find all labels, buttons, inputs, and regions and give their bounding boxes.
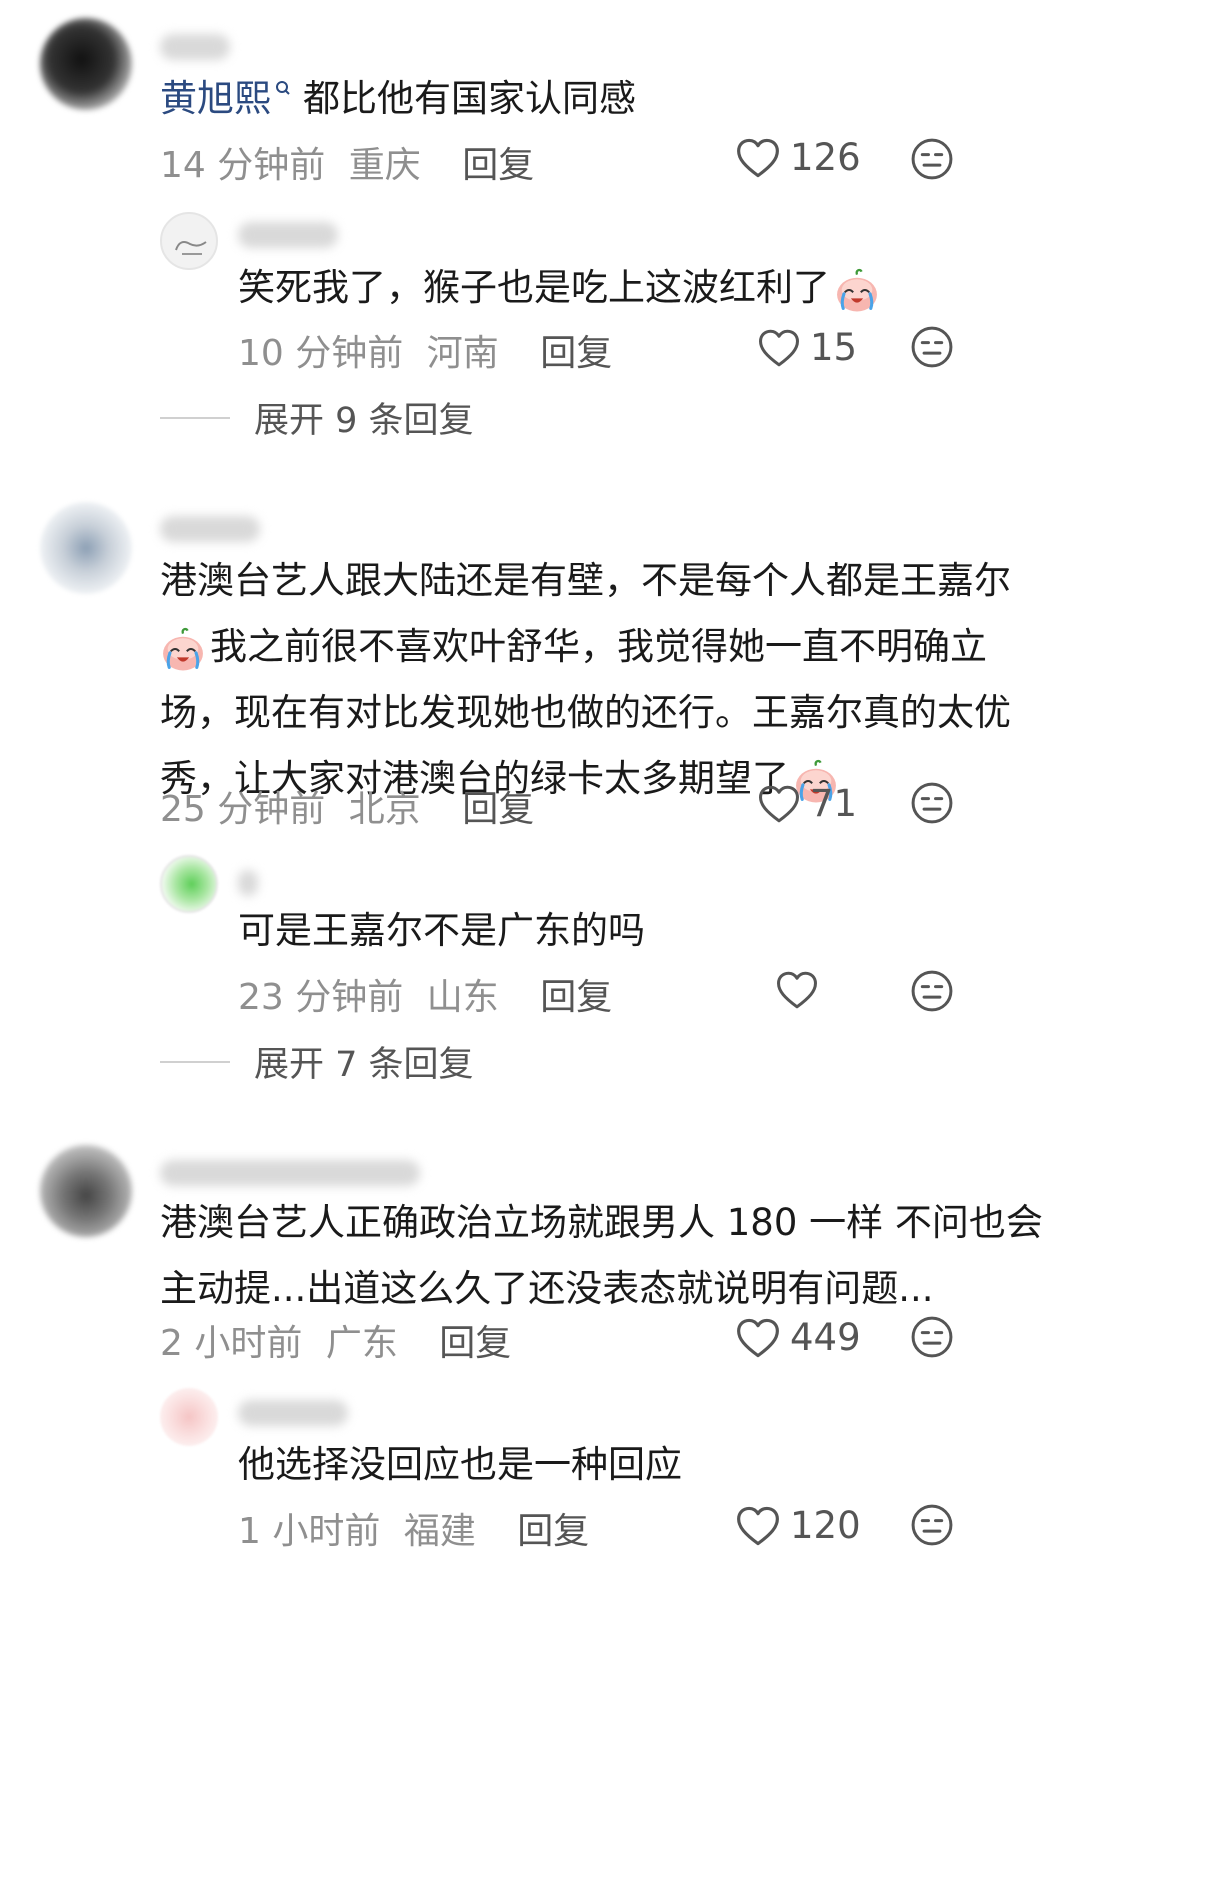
timestamp: 2 小时前	[160, 1323, 303, 1364]
cat-doodle-icon	[175, 241, 207, 255]
location: 河南	[426, 333, 499, 374]
comment-text: 可是王嘉尔不是广东的吗	[238, 898, 645, 964]
neutral-face-icon[interactable]	[910, 137, 954, 181]
comment-body: 可是王嘉尔不是广东的吗	[238, 909, 645, 952]
reply-button[interactable]: 回复	[517, 1511, 589, 1552]
neutral-face-icon[interactable]	[910, 325, 954, 369]
like-button[interactable]	[776, 970, 828, 1010]
comment-body: 笑死我了，猴子也是吃上这波红利了	[238, 266, 830, 309]
timestamp: 1 小时前	[238, 1511, 381, 1552]
reply-button[interactable]: 回复	[462, 789, 534, 830]
username[interactable]	[238, 870, 258, 896]
avatar[interactable]	[40, 1145, 132, 1237]
expand-label: 展开 7 条回复	[254, 1045, 474, 1085]
expand-replies-button[interactable]: 展开 7 条回复	[160, 1036, 474, 1087]
comment-meta: 14 分钟前 重庆 回复	[160, 136, 534, 188]
heart-outline-icon	[736, 1317, 780, 1359]
search-mention-icon	[276, 81, 290, 95]
avatar[interactable]	[160, 1388, 218, 1446]
location: 山东	[426, 977, 499, 1018]
like-count: 120	[790, 1504, 861, 1547]
heart-outline-icon	[758, 328, 800, 368]
neutral-face-icon[interactable]	[910, 781, 954, 825]
comment-line: 场，现在有对比发现她也做的还行。王嘉尔真的太优	[160, 691, 1011, 734]
reply-button[interactable]: 回复	[540, 333, 612, 374]
comment-body: 我之前很不喜欢叶舒华，我觉得她一直不明确立	[210, 625, 987, 668]
comment-line: 港澳台艺人正确政治立场就跟男人 180 一样 不问也会	[160, 1201, 1043, 1244]
heart-outline-icon	[776, 970, 818, 1010]
avatar[interactable]	[40, 502, 132, 594]
username[interactable]	[238, 1400, 348, 1426]
neutral-face-icon[interactable]	[910, 969, 954, 1013]
comment-text: 港澳台艺人跟大陆还是有壁，不是每个人都是王嘉尔 我之前很不喜欢叶舒华，我觉得她一…	[160, 548, 1011, 812]
neutral-face-icon[interactable]	[910, 1315, 954, 1359]
comment-text: 黄旭熙 都比他有国家认同感	[160, 66, 636, 132]
like-button[interactable]: 449	[736, 1316, 861, 1359]
crying-laughing-peach-emoji	[834, 267, 880, 313]
username[interactable]	[160, 1160, 420, 1186]
timestamp: 25 分钟前	[160, 789, 326, 830]
timestamp: 10 分钟前	[238, 333, 404, 374]
crying-laughing-peach-emoji	[160, 626, 206, 672]
avatar[interactable]	[40, 18, 132, 110]
reply-button[interactable]: 回复	[540, 977, 612, 1018]
comment-meta: 2 小时前 广东 回复	[160, 1314, 511, 1366]
like-count: 449	[790, 1316, 861, 1359]
divider-line	[160, 416, 230, 419]
comment-line: 港澳台艺人跟大陆还是有壁，不是每个人都是王嘉尔	[160, 559, 1011, 602]
comment-line: 主动提...出道这么久了还没表态就说明有问题...	[160, 1267, 934, 1310]
like-count: 15	[810, 326, 858, 369]
like-button[interactable]: 71	[758, 782, 857, 825]
heart-outline-icon	[736, 1505, 780, 1547]
timestamp: 23 分钟前	[238, 977, 404, 1018]
expand-replies-button[interactable]: 展开 9 条回复	[160, 392, 474, 443]
comment-meta: 10 分钟前 河南 回复	[238, 324, 612, 376]
comment-meta: 1 小时前 福建 回复	[238, 1502, 589, 1554]
heart-outline-icon	[758, 784, 800, 824]
like-button[interactable]: 15	[758, 326, 857, 369]
comment-body: 他选择没回应也是一种回应	[238, 1443, 682, 1486]
comment-meta: 23 分钟前 山东 回复	[238, 968, 612, 1020]
divider-line	[160, 1060, 230, 1063]
expand-label: 展开 9 条回复	[254, 401, 474, 441]
location: 重庆	[348, 145, 421, 186]
username[interactable]	[238, 222, 338, 248]
location: 广东	[325, 1323, 398, 1364]
location: 北京	[348, 789, 421, 830]
comment-text: 笑死我了，猴子也是吃上这波红利了	[238, 255, 884, 321]
like-count: 71	[810, 782, 858, 825]
like-count: 126	[790, 136, 861, 179]
comment-text: 他选择没回应也是一种回应	[238, 1432, 682, 1498]
avatar[interactable]	[160, 855, 218, 913]
reply-button[interactable]: 回复	[439, 1323, 511, 1364]
comment-body: 都比他有国家认同感	[303, 77, 636, 120]
heart-outline-icon	[736, 137, 780, 179]
reply-button[interactable]: 回复	[462, 145, 534, 186]
mention-link[interactable]: 黄旭熙	[160, 77, 271, 120]
neutral-face-icon[interactable]	[910, 1503, 954, 1547]
username[interactable]	[160, 34, 230, 60]
timestamp: 14 分钟前	[160, 145, 326, 186]
username[interactable]	[160, 516, 260, 542]
avatar[interactable]	[160, 212, 218, 270]
like-button[interactable]: 120	[736, 1504, 861, 1547]
comment-meta: 25 分钟前 北京 回复	[160, 780, 534, 832]
like-button[interactable]: 126	[736, 136, 861, 179]
location: 福建	[403, 1511, 476, 1552]
comment-text: 港澳台艺人正确政治立场就跟男人 180 一样 不问也会 主动提...出道这么久了…	[160, 1190, 1043, 1322]
comment-line-with-emoji: 我之前很不喜欢叶舒华，我觉得她一直不明确立	[160, 614, 1011, 680]
